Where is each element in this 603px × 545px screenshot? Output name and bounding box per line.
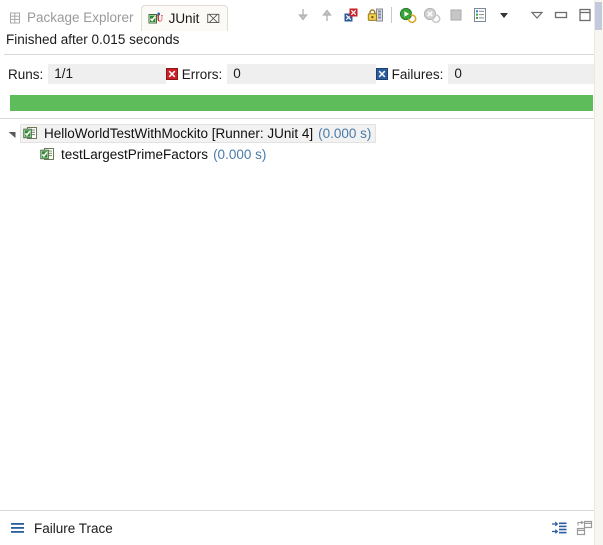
stop-icon [448, 7, 464, 23]
compare-trace-icon [551, 520, 568, 536]
history-dropdown-button[interactable] [493, 4, 515, 26]
test-method-duration: (0.000 s) [213, 147, 267, 162]
history-icon [472, 7, 488, 23]
test-class-passed-icon [23, 126, 39, 141]
previous-failed-test-button[interactable] [316, 4, 338, 26]
view-menu-button[interactable] [526, 4, 548, 26]
failures-value: 0 [448, 64, 595, 84]
view-toolbar [291, 0, 603, 30]
counters-row: Runs: 1/1 Errors: 0 Failures: 0 [8, 61, 595, 87]
package-explorer-icon [8, 11, 22, 25]
minimize-view-button[interactable] [550, 4, 572, 26]
tree-row[interactable]: HelloWorldTestWithMockito [Runner: JUnit… [0, 123, 603, 144]
tab-label: Package Explorer [27, 10, 134, 25]
arrow-down-icon [295, 7, 311, 23]
rerun-failed-tests-button[interactable] [421, 4, 443, 26]
status-line: Finished after 0.015 seconds [6, 32, 180, 47]
errors-label: Errors: [181, 66, 223, 82]
next-failed-test-button[interactable] [292, 4, 314, 26]
errors-value: 0 [227, 64, 376, 84]
failure-icon [375, 68, 388, 80]
view-tab-bar: Package Explorer U JUnit ⌧ [0, 0, 603, 31]
test-method-label: testLargestPrimeFactors [61, 147, 209, 162]
runs-value: 1/1 [48, 64, 166, 84]
close-icon[interactable]: ⌧ [206, 13, 220, 25]
rerun-test-button[interactable] [397, 4, 419, 26]
minimize-icon [553, 9, 569, 21]
test-results-tree[interactable]: HelloWorldTestWithMockito [Runner: JUnit… [0, 119, 603, 474]
failure-trace-icon [10, 521, 26, 535]
rerun-icon [399, 7, 417, 24]
show-failures-only-button[interactable] [340, 4, 362, 26]
test-class-duration: (0.000 s) [318, 126, 372, 141]
chevron-down-icon [498, 9, 510, 21]
failure-trace-actions [545, 517, 595, 539]
test-run-history-button[interactable] [469, 4, 491, 26]
failure-trace-title: Failure Trace [34, 520, 113, 536]
status-divider [4, 54, 599, 55]
stop-test-run-button[interactable] [445, 4, 467, 26]
test-class-label: HelloWorldTestWithMockito [Runner: JUnit… [44, 126, 314, 141]
copy-trace-button[interactable] [548, 517, 570, 539]
junit-icon: U [148, 11, 164, 26]
tab-package-explorer[interactable]: Package Explorer [2, 5, 141, 30]
scrollbar-thumb[interactable] [595, 2, 602, 30]
test-method-passed-icon [40, 147, 56, 162]
test-progress-bar [10, 95, 593, 111]
vertical-scrollbar[interactable] [594, 0, 603, 545]
rerun-failed-icon [423, 7, 441, 24]
scroll-lock-button[interactable] [364, 4, 386, 26]
maximize-view-button[interactable] [574, 4, 596, 26]
failure-trace-section: Failure Trace [0, 511, 603, 545]
junit-view: Package Explorer U JUnit ⌧ Finished afte… [0, 0, 603, 545]
maximize-icon [577, 7, 593, 23]
toolbar-separator [391, 7, 392, 23]
collapse-triangle-icon[interactable] [4, 129, 20, 139]
tree-row[interactable]: testLargestPrimeFactors (0.000 s) [0, 144, 603, 165]
lock-icon [367, 7, 384, 23]
filter-stack-trace-button[interactable] [573, 517, 595, 539]
filter-stack-icon [576, 520, 593, 536]
test-progress-fill [10, 95, 593, 111]
error-icon [165, 68, 178, 80]
tab-junit[interactable]: U JUnit ⌧ [140, 5, 229, 31]
show-failures-icon [343, 7, 359, 23]
tab-label: JUnit [168, 11, 200, 26]
arrow-up-icon [319, 7, 335, 23]
failures-label: Failures: [391, 66, 444, 82]
view-menu-icon [530, 9, 544, 21]
runs-label: Runs: [8, 66, 44, 82]
